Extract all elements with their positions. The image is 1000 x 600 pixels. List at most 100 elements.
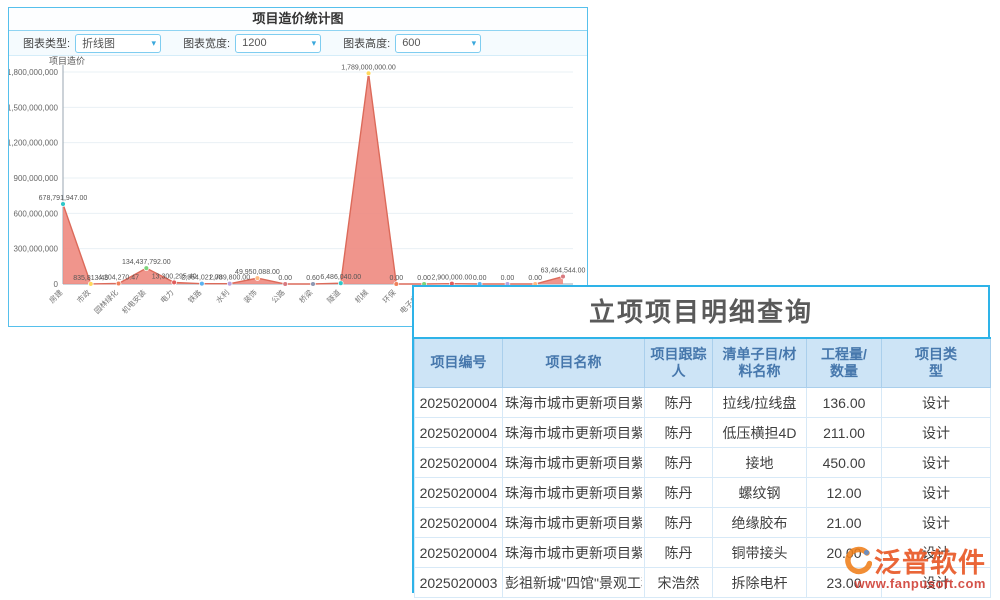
project-name-link[interactable]: 珠海市城市更新项目紫桐 — [503, 508, 645, 538]
svg-text:环保: 环保 — [381, 288, 398, 305]
tracker-cell: 陈丹 — [645, 448, 713, 478]
svg-text:300,000,000: 300,000,000 — [14, 245, 59, 254]
chart-type-value: 折线图 — [82, 35, 115, 51]
svg-text:项目造价: 项目造价 — [49, 56, 85, 66]
svg-text:园林绿化: 园林绿化 — [92, 287, 121, 316]
svg-text:装饰: 装饰 — [241, 287, 259, 305]
svg-text:0.00: 0.00 — [278, 275, 292, 282]
table-row: 2025020004珠海市城市更新项目紫桐陈丹低压横担4D211.00设计 — [415, 418, 991, 448]
svg-text:6,486,040.00: 6,486,040.00 — [320, 274, 361, 281]
chart-width-label: 图表宽度: — [183, 35, 230, 51]
table-row: 2025020003彭祖新城"四馆"景观工程宋浩然拆除电杆23.00设计 — [415, 568, 991, 598]
project-code-link[interactable]: 2025020004 — [415, 508, 503, 538]
column-header-4: 工程量/数量 — [807, 338, 882, 388]
tracker-cell: 陈丹 — [645, 478, 713, 508]
tracker-cell: 陈丹 — [645, 388, 713, 418]
project-code-link[interactable]: 2025020004 — [415, 478, 503, 508]
chevron-down-icon: ▾ — [312, 38, 317, 49]
table-header: 项目编号项目名称项目跟踪人清单子目/材料名称工程量/数量项目类型 — [415, 338, 991, 388]
project-type-cell: 设计 — [882, 478, 991, 508]
svg-text:1,500,000,000: 1,500,000,000 — [9, 103, 59, 112]
quantity-cell: 136.00 — [807, 388, 882, 418]
column-header-2: 项目跟踪人 — [645, 338, 713, 388]
tracker-cell: 宋浩然 — [645, 568, 713, 598]
chevron-down-icon: ▾ — [152, 38, 157, 49]
svg-text:49,950,088.00: 49,950,088.00 — [235, 269, 280, 276]
project-type-cell: 设计 — [882, 568, 991, 598]
project-name-link[interactable]: 珠海市城市更新项目紫桐 — [503, 538, 645, 568]
project-type-cell: 设计 — [882, 418, 991, 448]
page-title: 立项项目明细查询 — [414, 287, 988, 337]
table-row: 2025020004珠海市城市更新项目紫桐陈丹螺纹钢12.00设计 — [415, 478, 991, 508]
svg-text:房建: 房建 — [47, 287, 65, 305]
project-name-link[interactable]: 珠海市城市更新项目紫桐 — [503, 388, 645, 418]
project-type-cell: 设计 — [882, 388, 991, 418]
quantity-cell: 450.00 — [807, 448, 882, 478]
svg-text:134,437,792.00: 134,437,792.00 — [122, 259, 171, 266]
chart-height-value: 600 — [402, 37, 420, 49]
chart-type-label: 图表类型: — [23, 35, 70, 51]
chart-window: 项目造价统计图 图表类型: 折线图 ▾ 图表宽度: 1200 ▾ 图表高度: 6… — [8, 7, 588, 327]
table-row: 2025020004珠海市城市更新项目紫桐陈丹铜带接头20.00设计 — [415, 538, 991, 568]
project-table-body: 2025020004珠海市城市更新项目紫桐陈丹拉线/拉线盘136.00设计202… — [415, 388, 991, 598]
column-header-5: 项目类型 — [882, 338, 991, 388]
material-cell: 螺纹钢 — [713, 478, 807, 508]
svg-text:0.00: 0.00 — [473, 275, 487, 282]
chart-type-select[interactable]: 折线图 ▾ — [75, 34, 161, 53]
project-type-cell: 设计 — [882, 448, 991, 478]
svg-text:4,204,270.47: 4,204,270.47 — [98, 275, 139, 282]
chart-toolbar: 图表类型: 折线图 ▾ 图表宽度: 1200 ▾ 图表高度: 600 ▾ — [9, 31, 587, 56]
svg-text:1,200,000,000: 1,200,000,000 — [9, 139, 59, 148]
column-header-3: 清单子目/材料名称 — [713, 338, 807, 388]
chart-window-title: 项目造价统计图 — [9, 8, 587, 31]
material-cell: 拉线/拉线盘 — [713, 388, 807, 418]
material-cell: 接地 — [713, 448, 807, 478]
svg-text:900,000,000: 900,000,000 — [14, 174, 59, 183]
project-code-link[interactable]: 2025020004 — [415, 538, 503, 568]
project-code-link[interactable]: 2025020003 — [415, 568, 503, 598]
svg-text:2,900,000.00: 2,900,000.00 — [431, 275, 472, 282]
svg-text:桥梁: 桥梁 — [297, 287, 315, 305]
svg-text:0.00: 0.00 — [417, 275, 431, 282]
chart-type-group: 图表类型: 折线图 ▾ — [23, 34, 161, 53]
project-name-link[interactable]: 彭祖新城"四馆"景观工程 — [503, 568, 645, 598]
chart-width-group: 图表宽度: 1200 ▾ — [183, 34, 321, 53]
chart-width-select[interactable]: 1200 ▾ — [235, 34, 321, 53]
project-code-link[interactable]: 2025020004 — [415, 388, 503, 418]
chevron-down-icon: ▾ — [472, 38, 477, 49]
material-cell: 铜带接头 — [713, 538, 807, 568]
query-window: 立项项目明细查询 项目编号项目名称项目跟踪人清单子目/材料名称工程量/数量项目类… — [412, 285, 990, 593]
quantity-cell: 21.00 — [807, 508, 882, 538]
material-cell: 拆除电杆 — [713, 568, 807, 598]
project-code-link[interactable]: 2025020004 — [415, 418, 503, 448]
svg-text:隧道: 隧道 — [325, 287, 343, 305]
project-name-link[interactable]: 珠海市城市更新项目紫桐 — [503, 418, 645, 448]
quantity-cell: 12.00 — [807, 478, 882, 508]
svg-text:0.00: 0.00 — [390, 275, 404, 282]
project-type-cell: 设计 — [882, 538, 991, 568]
svg-text:水利: 水利 — [213, 287, 231, 305]
svg-text:1,789,000,000.00: 1,789,000,000.00 — [341, 64, 396, 71]
quantity-cell: 20.00 — [807, 538, 882, 568]
svg-text:机电安装: 机电安装 — [119, 287, 148, 316]
svg-text:1,800,000,000: 1,800,000,000 — [9, 68, 59, 77]
project-type-cell: 设计 — [882, 508, 991, 538]
column-header-1: 项目名称 — [503, 338, 645, 388]
svg-text:0.00: 0.00 — [528, 275, 542, 282]
chart-height-select[interactable]: 600 ▾ — [395, 34, 481, 53]
chart-height-label: 图表高度: — [343, 35, 390, 51]
project-code-link[interactable]: 2025020004 — [415, 448, 503, 478]
column-header-0: 项目编号 — [415, 338, 503, 388]
svg-text:电力: 电力 — [158, 287, 176, 305]
material-cell: 绝缘胶布 — [713, 508, 807, 538]
material-cell: 低压横担4D — [713, 418, 807, 448]
svg-text:市政: 市政 — [75, 287, 93, 305]
svg-text:678,791,947.00: 678,791,947.00 — [39, 195, 88, 202]
tracker-cell: 陈丹 — [645, 418, 713, 448]
quantity-cell: 211.00 — [807, 418, 882, 448]
svg-text:铁路: 铁路 — [186, 287, 204, 305]
tracker-cell: 陈丹 — [645, 508, 713, 538]
project-name-link[interactable]: 珠海市城市更新项目紫桐 — [503, 448, 645, 478]
table-row: 2025020004珠海市城市更新项目紫桐陈丹绝缘胶布21.00设计 — [415, 508, 991, 538]
project-name-link[interactable]: 珠海市城市更新项目紫桐 — [503, 478, 645, 508]
